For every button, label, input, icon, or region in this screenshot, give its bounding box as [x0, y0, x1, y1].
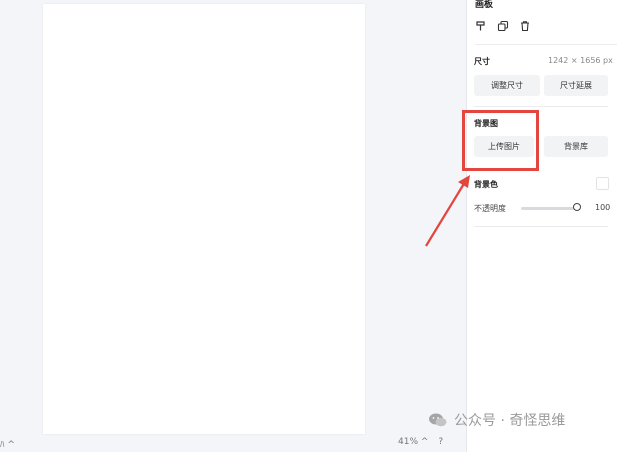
opacity-label: 不透明度	[474, 204, 506, 213]
trash-icon[interactable]	[519, 20, 531, 32]
artboard[interactable]	[43, 4, 365, 434]
extend-size-button[interactable]: 尺寸延展	[544, 75, 608, 96]
highlight-box	[462, 110, 539, 171]
canvas-area[interactable]: ﾊ ^ 41% ^ ?	[0, 0, 466, 452]
watermark-text: 公众号 · 奇怪思维	[454, 413, 566, 429]
background-library-button[interactable]: 背景库	[544, 136, 608, 157]
artboard-toolbar	[475, 20, 531, 32]
panel-title: 画板	[475, 0, 494, 10]
watermark: 公众号 · 奇怪思维	[428, 410, 565, 430]
opacity-slider-handle[interactable]	[573, 203, 581, 211]
background-color-label: 背景色	[474, 180, 498, 189]
size-label: 尺寸	[474, 57, 490, 66]
size-value: 1242 × 1656 px	[548, 56, 613, 65]
wechat-icon	[429, 413, 447, 427]
format-painter-icon[interactable]	[475, 20, 487, 32]
background-color-swatch[interactable]	[596, 177, 609, 190]
divider	[475, 44, 617, 45]
resize-button[interactable]: 调整尺寸	[474, 75, 540, 96]
divider	[474, 226, 608, 227]
divider	[474, 106, 608, 107]
zoom-select[interactable]: 41% ^	[398, 437, 428, 447]
bottom-right-controls: 41% ^ ?	[398, 437, 443, 447]
opacity-slider[interactable]	[521, 207, 578, 210]
bottom-left-control[interactable]: ﾊ ^	[0, 437, 15, 450]
help-button[interactable]: ?	[438, 437, 443, 447]
opacity-value: 100	[595, 203, 611, 212]
duplicate-icon[interactable]	[497, 20, 509, 32]
